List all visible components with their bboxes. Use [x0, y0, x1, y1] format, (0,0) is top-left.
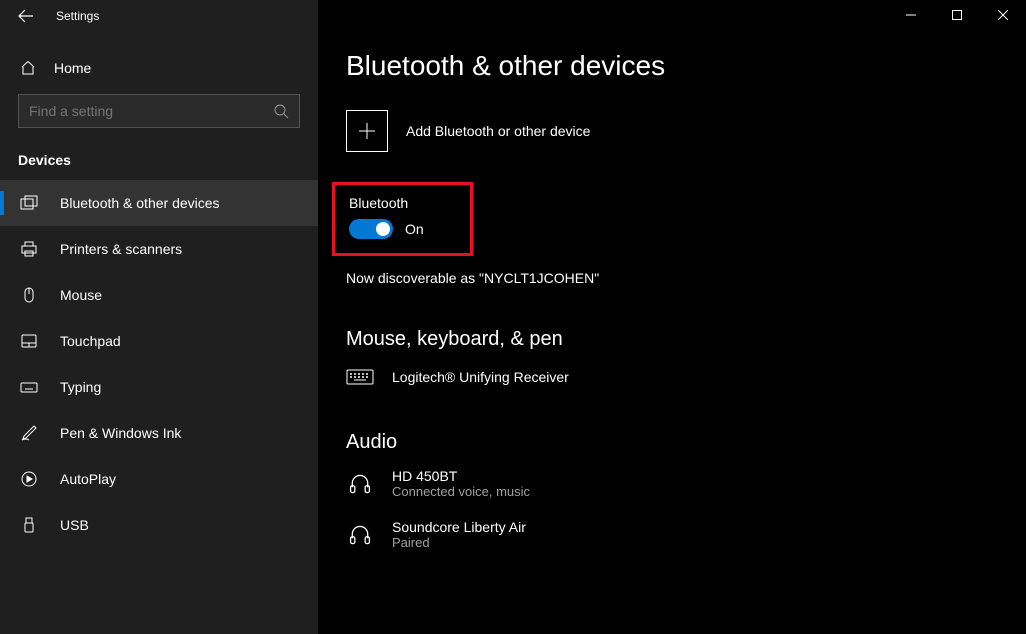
- device-name: HD 450BT: [392, 468, 530, 484]
- device-name: Logitech® Unifying Receiver: [392, 369, 569, 385]
- add-device-button[interactable]: Add Bluetooth or other device: [346, 110, 1026, 152]
- bluetooth-label: Bluetooth: [349, 195, 424, 211]
- close-button[interactable]: [980, 0, 1026, 30]
- plus-icon: [346, 110, 388, 152]
- device-status: Connected voice, music: [392, 484, 530, 499]
- window-controls: [888, 0, 1026, 30]
- sidebar-item-printers[interactable]: Printers & scanners: [0, 226, 318, 272]
- search-input[interactable]: [29, 103, 273, 119]
- device-row[interactable]: HD 450BT Connected voice, music: [346, 468, 1026, 499]
- bluetooth-devices-icon: [20, 194, 38, 212]
- device-row[interactable]: Logitech® Unifying Receiver: [346, 365, 1026, 389]
- device-status: Paired: [392, 535, 526, 550]
- sidebar-item-usb[interactable]: USB: [0, 502, 318, 548]
- search-box[interactable]: [18, 94, 300, 128]
- sidebar: Settings Home Devices Bluetooth & other …: [0, 0, 318, 634]
- sidebar-item-label: Printers & scanners: [60, 241, 182, 257]
- sidebar-section-title: Devices: [0, 128, 318, 180]
- headphones-icon: [346, 523, 374, 547]
- window-title: Settings: [56, 9, 99, 23]
- keyboard-icon: [20, 378, 38, 396]
- autoplay-icon: [20, 470, 38, 488]
- search-icon: [273, 103, 289, 119]
- sidebar-item-autoplay[interactable]: AutoPlay: [0, 456, 318, 502]
- sidebar-item-label: Bluetooth & other devices: [60, 195, 220, 211]
- bluetooth-toggle[interactable]: [349, 219, 393, 239]
- pen-icon: [20, 424, 38, 442]
- sidebar-item-typing[interactable]: Typing: [0, 364, 318, 410]
- minimize-button[interactable]: [888, 0, 934, 30]
- mouse-icon: [20, 286, 38, 304]
- keyboard-device-icon: [346, 365, 374, 389]
- sidebar-item-label: AutoPlay: [60, 471, 116, 487]
- maximize-button[interactable]: [934, 0, 980, 30]
- device-row[interactable]: Soundcore Liberty Air Paired: [346, 519, 1026, 550]
- highlight-annotation: Bluetooth On: [332, 182, 473, 256]
- headphones-icon: [346, 472, 374, 496]
- home-label: Home: [54, 60, 91, 76]
- home-icon: [20, 60, 36, 76]
- titlebar: Settings: [0, 0, 318, 32]
- add-device-label: Add Bluetooth or other device: [406, 123, 590, 139]
- page-title: Bluetooth & other devices: [346, 50, 1026, 82]
- sidebar-item-label: Mouse: [60, 287, 102, 303]
- discoverable-text: Now discoverable as "NYCLT1JCOHEN": [346, 270, 1026, 286]
- subsection-title: Mouse, keyboard, & pen: [346, 328, 1026, 351]
- sidebar-item-label: Touchpad: [60, 333, 121, 349]
- home-nav[interactable]: Home: [0, 50, 318, 86]
- sidebar-item-bluetooth[interactable]: Bluetooth & other devices: [0, 180, 318, 226]
- back-icon[interactable]: [18, 8, 34, 24]
- sidebar-item-pen[interactable]: Pen & Windows Ink: [0, 410, 318, 456]
- bluetooth-state: On: [405, 221, 424, 237]
- sidebar-item-label: Pen & Windows Ink: [60, 425, 181, 441]
- subsection-title: Audio: [346, 431, 1026, 454]
- sidebar-item-touchpad[interactable]: Touchpad: [0, 318, 318, 364]
- device-name: Soundcore Liberty Air: [392, 519, 526, 535]
- sidebar-item-label: Typing: [60, 379, 101, 395]
- sidebar-item-label: USB: [60, 517, 89, 533]
- usb-icon: [20, 516, 38, 534]
- sidebar-item-mouse[interactable]: Mouse: [0, 272, 318, 318]
- printer-icon: [20, 240, 38, 258]
- touchpad-icon: [20, 332, 38, 350]
- main-content: Bluetooth & other devices Add Bluetooth …: [318, 0, 1026, 634]
